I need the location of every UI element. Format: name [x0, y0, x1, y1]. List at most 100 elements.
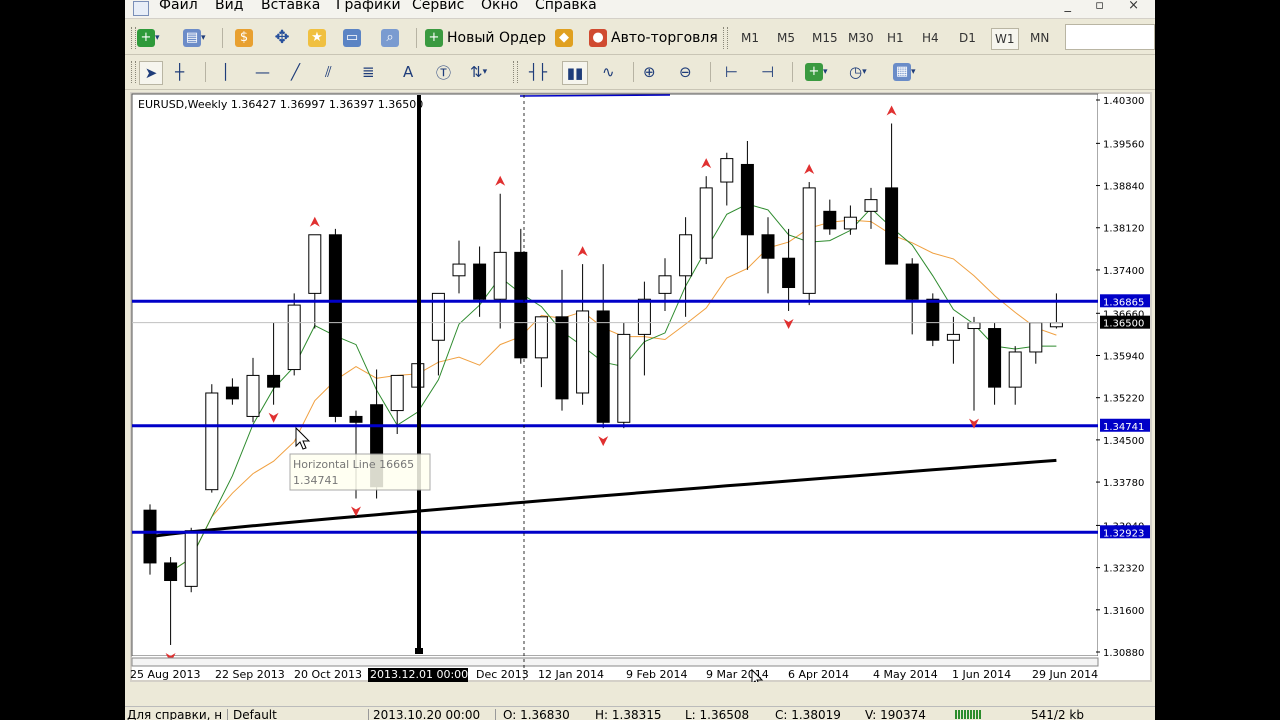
status-open: O: 1.36830 — [503, 708, 570, 720]
market-watch-button[interactable]: $ — [235, 27, 253, 49]
candle-body — [905, 263, 919, 300]
candle-body — [823, 210, 837, 230]
text-button[interactable]: A — [403, 61, 413, 83]
candle-body — [1008, 351, 1022, 388]
star-folder-icon: ★ — [308, 29, 326, 47]
new-order-button[interactable]: + Новый Ордер — [425, 27, 546, 49]
menu-file[interactable]: Файл — [159, 0, 198, 13]
crosshair-button[interactable]: ┼ — [175, 61, 184, 83]
separator — [710, 62, 711, 82]
zoom-out-button[interactable]: ⊖ — [679, 61, 692, 83]
toolbar-search-box[interactable] — [1065, 24, 1155, 50]
fibonacci-button[interactable]: ≣ — [362, 61, 375, 83]
bar-chart-icon: ┤├ — [529, 63, 548, 81]
cursor-button[interactable]: ➤ — [139, 61, 163, 85]
separator — [416, 28, 417, 48]
bar-chart-button[interactable]: ┤├ — [529, 61, 547, 83]
vertical-line-button[interactable]: │ — [221, 61, 230, 83]
candle-body — [473, 263, 487, 300]
chart-window[interactable]: 1.40300 1.39560 1.38840 1.38120 1.37400 1.368… — [130, 92, 1152, 682]
price-label: 1.36865 — [1103, 297, 1144, 308]
date-label: 25 Aug 2013 — [130, 668, 200, 681]
status-volume: V: 190374 — [865, 708, 926, 720]
indicators-button[interactable]: + ▾ — [805, 61, 828, 83]
profiles-icon: ▤ — [183, 29, 201, 47]
date-label: 6 Apr 2014 — [788, 668, 849, 681]
timeframe-m5[interactable]: M5 — [777, 31, 795, 45]
timeframe-h1[interactable]: H1 — [887, 31, 904, 45]
candle-body — [287, 304, 301, 371]
trendline-button[interactable]: ╱ — [291, 61, 300, 83]
menu-charts[interactable]: Графики — [336, 0, 401, 13]
candlestick-button[interactable]: ▮▮ — [562, 61, 588, 85]
status-traffic: 541/2 kb — [1031, 708, 1084, 720]
menu-window[interactable]: Окно — [481, 0, 518, 13]
vertical-line-handle[interactable] — [415, 648, 423, 654]
terminal-button[interactable]: ▭ — [343, 27, 361, 49]
toolbar-grip[interactable] — [723, 27, 728, 49]
cursor-arrow-icon: ➤ — [144, 64, 158, 82]
line-chart-button[interactable]: ∿ — [602, 61, 615, 83]
price-label: 1.36500 — [1103, 319, 1144, 330]
menu-tools[interactable]: Сервис — [412, 0, 464, 13]
status-low: L: 1.36508 — [685, 708, 750, 720]
candle-body — [452, 263, 466, 277]
candle-body — [679, 234, 693, 277]
text-label-button[interactable]: Ⓣ — [436, 61, 451, 83]
chart-canvas[interactable]: 1.40300 1.39560 1.38840 1.38120 1.37400 1.368… — [130, 92, 1152, 682]
menu-insert[interactable]: Вставка — [261, 0, 320, 13]
timeframe-m1[interactable]: M1 — [741, 31, 759, 45]
candle-body — [514, 251, 528, 359]
candle-body — [699, 187, 713, 259]
separator — [368, 709, 369, 720]
auto-scroll-icon: ⊢ — [725, 63, 739, 81]
price-label: 1.37400 — [1103, 266, 1144, 277]
arrows-icon: ⇅ — [470, 63, 483, 81]
zoom-in-icon: ⊕ — [643, 63, 656, 81]
window-controls[interactable]: _ ▫ × — [1065, 0, 1149, 13]
auto-trading-button[interactable]: ● Авто-торговля — [589, 27, 718, 49]
navigator-button[interactable]: ★ — [308, 27, 326, 49]
profiles-button[interactable]: ▤ ▾ — [183, 27, 206, 49]
candle-body — [1049, 322, 1063, 328]
horizontal-line-button[interactable]: — — [255, 61, 270, 83]
drawn-line-fragment — [519, 94, 671, 97]
channel-button[interactable]: ⫽ — [325, 61, 332, 83]
templates-button[interactable]: ▦ ▾ — [893, 61, 916, 83]
date-label: 9 Feb 2014 — [626, 668, 687, 681]
date-label: 22 Sep 2013 — [215, 668, 285, 681]
candle-body — [946, 333, 960, 341]
toolbar-grip[interactable] — [513, 61, 518, 83]
connection-indicator-icon — [955, 710, 981, 719]
new-chart-button[interactable]: + ▾ — [137, 27, 160, 49]
metaeditor-button[interactable]: ◆ — [555, 27, 573, 49]
crosshair-icon: ✥ — [274, 27, 290, 48]
strategy-tester-button[interactable]: ⌕ — [381, 27, 399, 49]
timeframe-h4[interactable]: H4 — [922, 31, 939, 45]
candle-body — [926, 298, 940, 341]
timeframe-w1[interactable]: W1 — [991, 28, 1019, 50]
price-label: 1.35940 — [1103, 351, 1144, 362]
candle-body — [967, 322, 981, 330]
zoom-in-button[interactable]: ⊕ — [643, 61, 656, 83]
periods-button[interactable]: ◷ ▾ — [849, 61, 867, 83]
channel-icon: ⫽ — [325, 63, 332, 81]
menu-help[interactable]: Справка — [535, 0, 597, 13]
menu-bar: Файл Вид Вставка Графики Сервис Окно Спр… — [125, 0, 1155, 19]
menu-view[interactable]: Вид — [215, 0, 243, 13]
candle-body — [349, 415, 363, 423]
status-close: C: 1.38019 — [775, 708, 841, 720]
auto-scroll-button[interactable]: ⊢ — [725, 61, 738, 83]
data-window-button[interactable]: ✥ — [273, 27, 291, 49]
timeframe-m30[interactable]: M30 — [848, 31, 874, 45]
date-label: 2013.12.01 00:00 — [370, 668, 468, 681]
price-label: 1.30880 — [1103, 648, 1144, 659]
arrows-button[interactable]: ⇅ ▾ — [470, 61, 487, 83]
toolbar-grip[interactable] — [131, 27, 136, 49]
chart-shift-button[interactable]: ⊣ — [761, 61, 774, 83]
toolbar-grip[interactable] — [131, 61, 136, 83]
timeframe-mn[interactable]: MN — [1030, 31, 1049, 45]
timeframe-d1[interactable]: D1 — [959, 31, 976, 45]
timeframe-m15[interactable]: M15 — [812, 31, 838, 45]
candle-body — [1029, 322, 1043, 353]
